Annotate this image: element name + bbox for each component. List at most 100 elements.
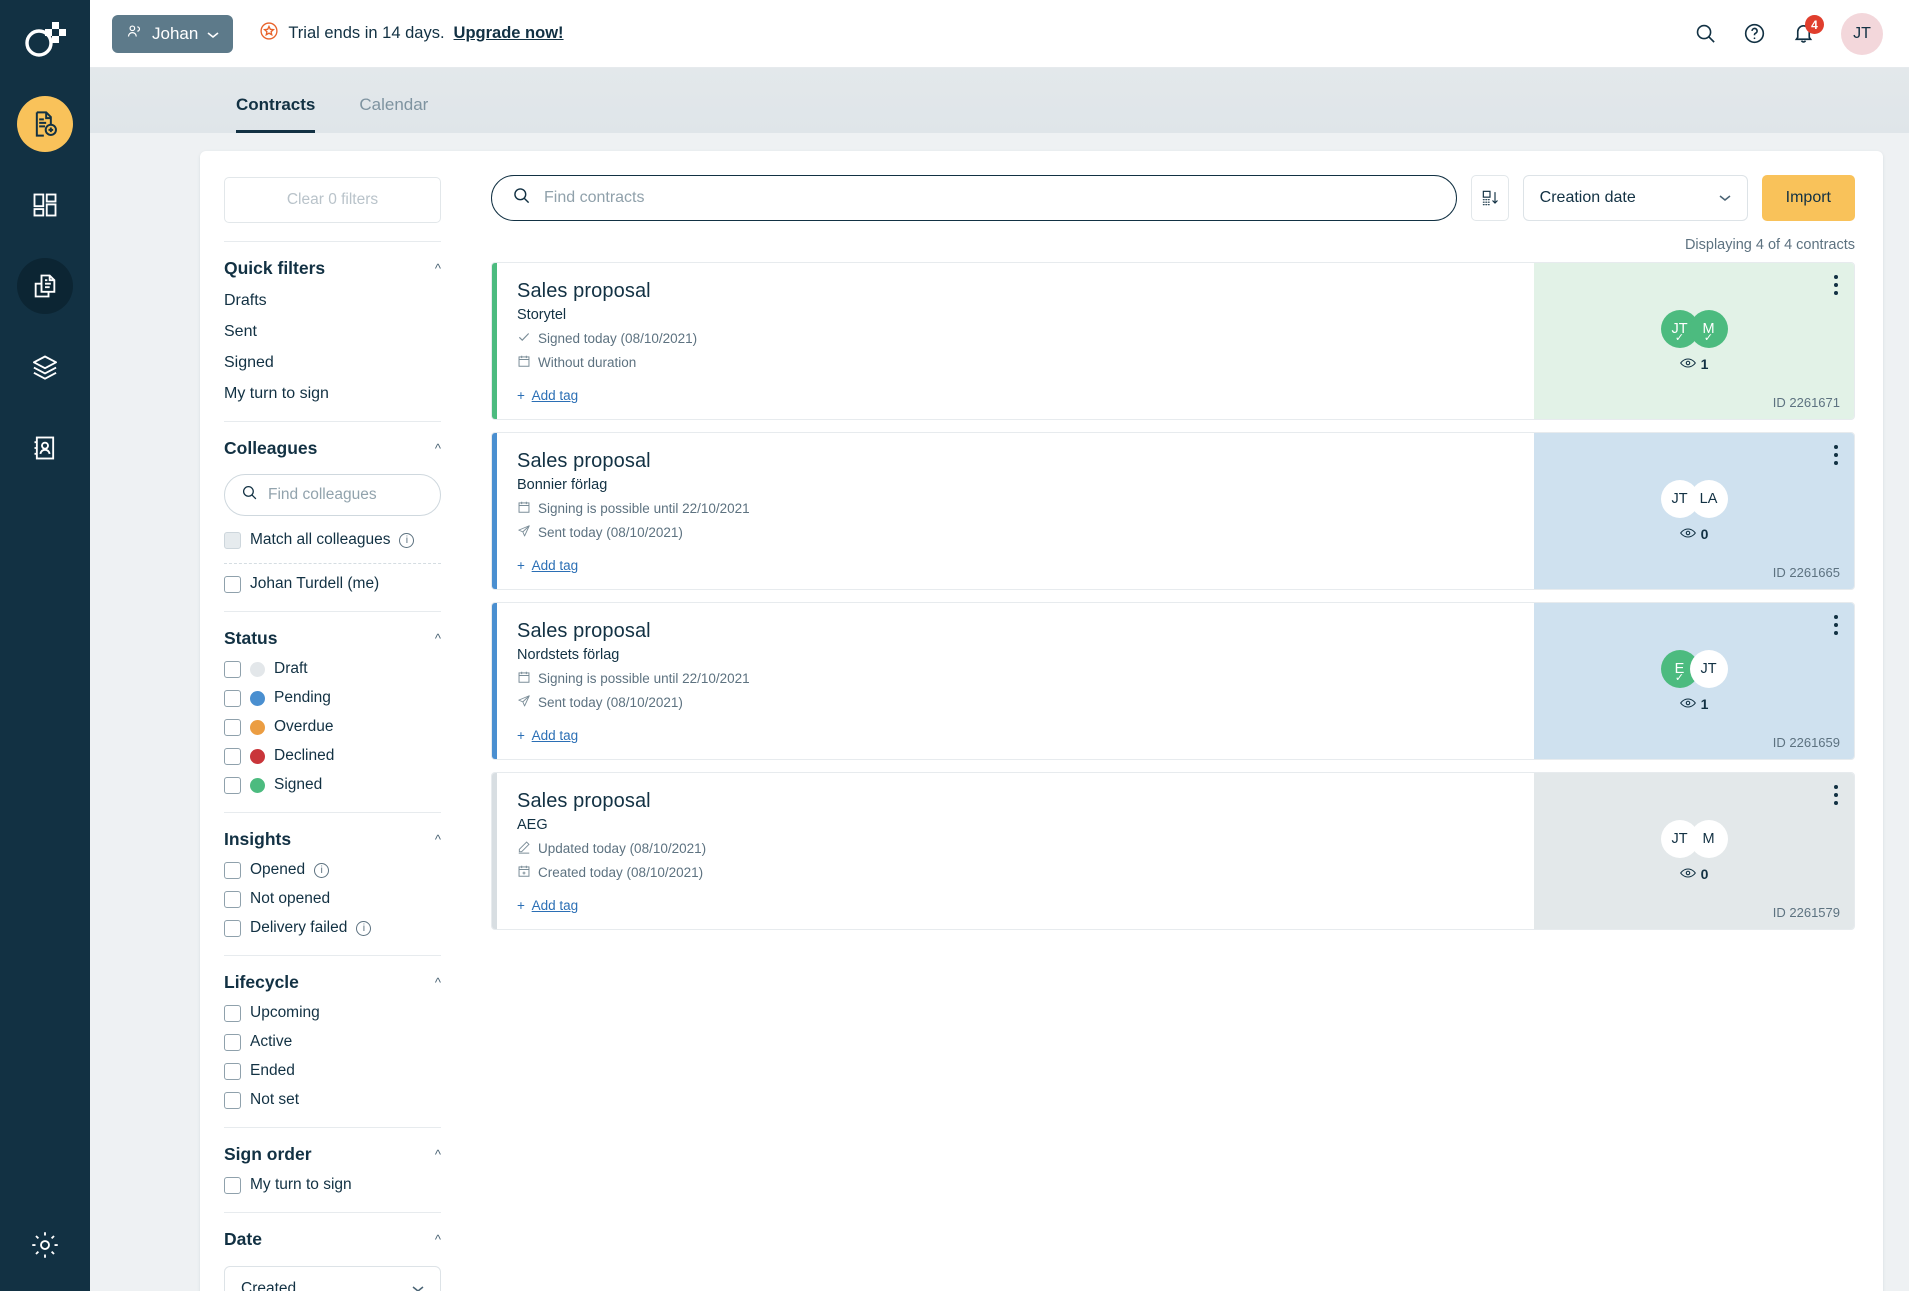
help-circle-icon[interactable]: [1743, 22, 1766, 45]
quick-filters-header[interactable]: Quick filters ^: [224, 258, 441, 279]
insights-header[interactable]: Insights ^: [224, 829, 441, 850]
status-label: Declined: [274, 747, 335, 764]
colleague-checkbox[interactable]: [224, 575, 241, 593]
insight-label: Delivery failed: [250, 919, 348, 936]
address-book-icon[interactable]: [17, 420, 73, 476]
sign-order-header[interactable]: Sign order ^: [224, 1144, 441, 1165]
colleagues-header[interactable]: Colleagues ^: [224, 438, 441, 459]
status-header[interactable]: Status ^: [224, 628, 441, 649]
avatar[interactable]: M: [1689, 820, 1728, 858]
avatar[interactable]: M ✓: [1689, 310, 1728, 348]
tab-strip: Contracts Calendar: [90, 68, 1909, 133]
contract-id: ID 2261659: [1772, 735, 1840, 750]
contract-card[interactable]: Sales proposal Storytel Signed today (08…: [491, 262, 1855, 420]
insight-not-opened-row[interactable]: Not opened: [224, 890, 441, 908]
sort-by-select[interactable]: Creation date: [1522, 175, 1748, 221]
status-pending-row[interactable]: Pending: [224, 689, 441, 707]
quick-filter-sent[interactable]: Sent: [224, 323, 441, 341]
status-draft-row[interactable]: Draft: [224, 660, 441, 678]
contract-actions-menu-icon[interactable]: [1834, 275, 1838, 299]
status-signed-row[interactable]: Signed: [224, 776, 441, 794]
user-workspace-chip[interactable]: Johan: [112, 14, 234, 53]
new-document-icon[interactable]: [17, 96, 73, 152]
sign-order-checkbox[interactable]: [224, 1176, 241, 1194]
avatar[interactable]: JT: [1689, 650, 1728, 688]
gear-icon[interactable]: [30, 1230, 60, 1265]
insight-checkbox[interactable]: [224, 861, 241, 879]
find-colleagues-input[interactable]: [268, 486, 424, 504]
lifecycle-ended-row[interactable]: Ended: [224, 1062, 441, 1080]
contract-actions-menu-icon[interactable]: [1834, 615, 1838, 639]
status-declined-row[interactable]: Declined: [224, 747, 441, 765]
avatar[interactable]: LA: [1689, 480, 1728, 518]
contract-actions-menu-icon[interactable]: [1834, 785, 1838, 809]
sort-descending-icon[interactable]: [1470, 175, 1509, 221]
tab-calendar[interactable]: Calendar: [359, 95, 428, 133]
app-root: Johan Trial ends in 14 days. Upgrade now…: [0, 0, 1909, 1291]
date-header[interactable]: Date ^: [224, 1229, 441, 1250]
lifecycle-upcoming-row[interactable]: Upcoming: [224, 1004, 441, 1022]
add-tag-label: Add tag: [531, 558, 579, 573]
contracts-icon[interactable]: [17, 258, 73, 314]
status-checkbox[interactable]: [224, 660, 241, 678]
calendar-icon: [517, 670, 531, 687]
add-tag-button[interactable]: + Add tag: [517, 388, 578, 403]
quick-filter-drafts[interactable]: Drafts: [224, 292, 441, 310]
info-icon[interactable]: i: [399, 532, 415, 548]
insight-checkbox[interactable]: [224, 890, 241, 908]
add-tag-button[interactable]: + Add tag: [517, 728, 578, 743]
oneflow-logo-icon[interactable]: [0, 14, 90, 66]
templates-layers-icon[interactable]: [17, 339, 73, 395]
upgrade-now-link[interactable]: Upgrade now!: [454, 24, 564, 43]
participant-avatars: JT LA: [1660, 480, 1728, 518]
match-all-colleagues-checkbox[interactable]: [224, 531, 241, 549]
insight-opened-row[interactable]: Opened i: [224, 861, 441, 879]
contract-actions-menu-icon[interactable]: [1834, 445, 1838, 469]
insight-delivery-failed-row[interactable]: Delivery failed i: [224, 919, 441, 937]
status-checkbox[interactable]: [224, 747, 241, 765]
quick-filter-signed[interactable]: Signed: [224, 354, 441, 372]
info-icon[interactable]: i: [356, 920, 372, 936]
status-checkbox[interactable]: [224, 776, 241, 794]
notification-bell-icon[interactable]: 4: [1792, 15, 1824, 45]
tab-contracts[interactable]: Contracts: [236, 95, 316, 133]
lifecycle-not-set-row[interactable]: Not set: [224, 1091, 441, 1109]
lifecycle-checkbox[interactable]: [224, 1004, 241, 1022]
colleagues-search[interactable]: [224, 474, 441, 516]
contract-card-main: Sales proposal Storytel Signed today (08…: [497, 263, 1534, 419]
lifecycle-header[interactable]: Lifecycle ^: [224, 972, 441, 993]
lifecycle-checkbox[interactable]: [224, 1091, 241, 1109]
search-icon[interactable]: [1694, 22, 1717, 45]
calendar-icon: [517, 500, 531, 517]
contract-card[interactable]: Sales proposal AEG Updated today (08/10/…: [491, 772, 1855, 930]
eye-icon: [1679, 356, 1696, 372]
contract-card[interactable]: Sales proposal Bonnier förlag Signing is…: [491, 432, 1855, 590]
insight-label: Not opened: [250, 890, 331, 907]
add-tag-button[interactable]: + Add tag: [517, 898, 578, 913]
colleague-johan-turdell-row[interactable]: Johan Turdell (me): [224, 575, 441, 593]
find-contracts-input[interactable]: [544, 189, 1436, 207]
contract-card[interactable]: Sales proposal Nordstets förlag Signing …: [491, 602, 1855, 760]
status-checkbox[interactable]: [224, 689, 241, 707]
lifecycle-active-row[interactable]: Active: [224, 1033, 441, 1051]
sign-order-my-turn-row[interactable]: My turn to sign: [224, 1176, 441, 1194]
clear-filters-button[interactable]: Clear 0 filters: [224, 177, 441, 223]
insight-checkbox[interactable]: [224, 919, 241, 937]
info-icon[interactable]: i: [314, 862, 330, 878]
match-all-colleagues-row[interactable]: Match all colleagues i: [224, 531, 441, 549]
date-type-select[interactable]: Created: [224, 1266, 441, 1291]
quick-filter-my-turn-to-sign[interactable]: My turn to sign: [224, 385, 441, 403]
avatar-initials: LA: [1699, 491, 1718, 507]
status-checkbox[interactable]: [224, 718, 241, 736]
lifecycle-checkbox[interactable]: [224, 1033, 241, 1051]
paper-plane-icon: [517, 694, 531, 711]
lifecycle-checkbox[interactable]: [224, 1062, 241, 1080]
avatar[interactable]: JT: [1841, 12, 1883, 55]
check-icon: [517, 330, 531, 347]
contracts-search[interactable]: [491, 175, 1457, 221]
import-button[interactable]: Import: [1761, 175, 1855, 221]
dashboard-grid-icon[interactable]: [17, 177, 73, 233]
status-overdue-row[interactable]: Overdue: [224, 718, 441, 736]
contracts-toolbar: Creation date Import: [491, 175, 1855, 221]
add-tag-button[interactable]: + Add tag: [517, 558, 578, 573]
